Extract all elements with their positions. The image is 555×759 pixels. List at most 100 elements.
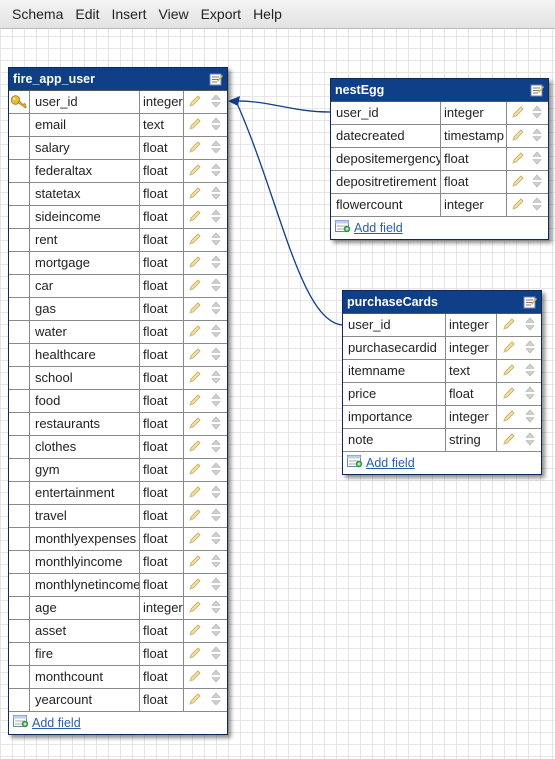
field-row-depositemergency[interactable]: depositemergency float bbox=[331, 148, 548, 171]
move-up-down-icon[interactable] bbox=[532, 197, 542, 214]
field-row-car[interactable]: car float bbox=[9, 275, 227, 298]
field-type[interactable]: float bbox=[140, 183, 184, 205]
table-purchasecards[interactable]: purchaseCards user_id integer purchasecard… bbox=[342, 290, 542, 475]
field-type[interactable]: float bbox=[140, 689, 184, 711]
pencil-icon[interactable] bbox=[511, 128, 525, 145]
pencil-icon[interactable] bbox=[188, 485, 202, 502]
field-type[interactable]: float bbox=[140, 367, 184, 389]
field-name[interactable]: depositretirement bbox=[331, 171, 441, 193]
field-type[interactable]: integer bbox=[441, 194, 507, 216]
move-up-down-icon[interactable] bbox=[211, 370, 221, 387]
field-name[interactable]: rent bbox=[30, 229, 140, 251]
pencil-icon[interactable] bbox=[502, 363, 516, 380]
field-type[interactable]: float bbox=[441, 148, 507, 170]
pencil-icon[interactable] bbox=[188, 186, 202, 203]
field-name[interactable]: monthlynetincome bbox=[30, 574, 140, 596]
field-name[interactable]: car bbox=[30, 275, 140, 297]
field-row-statetax[interactable]: statetax float bbox=[9, 183, 227, 206]
add-field-row[interactable]: Add field bbox=[331, 217, 548, 239]
field-name[interactable]: email bbox=[30, 114, 140, 136]
field-name[interactable]: clothes bbox=[30, 436, 140, 458]
move-up-down-icon[interactable] bbox=[211, 577, 221, 594]
field-row-travel[interactable]: travel float bbox=[9, 505, 227, 528]
move-up-down-icon[interactable] bbox=[211, 163, 221, 180]
pencil-icon[interactable] bbox=[188, 301, 202, 318]
field-row-purchasecardid[interactable]: purchasecardid integer bbox=[343, 337, 541, 360]
field-type[interactable]: float bbox=[140, 252, 184, 274]
move-up-down-icon[interactable] bbox=[211, 416, 221, 433]
field-type[interactable]: timestamp bbox=[441, 125, 507, 147]
move-up-down-icon[interactable] bbox=[211, 692, 221, 709]
pencil-icon[interactable] bbox=[188, 462, 202, 479]
field-type[interactable]: integer bbox=[441, 102, 507, 124]
field-row-federaltax[interactable]: federaltax float bbox=[9, 160, 227, 183]
field-row-datecreated[interactable]: datecreated timestamp bbox=[331, 125, 548, 148]
field-type[interactable]: float bbox=[140, 643, 184, 665]
field-row-water[interactable]: water float bbox=[9, 321, 227, 344]
field-type[interactable]: float bbox=[140, 666, 184, 688]
field-name[interactable]: itemname bbox=[343, 360, 446, 382]
field-type[interactable]: float bbox=[140, 528, 184, 550]
field-type[interactable]: text bbox=[140, 114, 184, 136]
field-row-monthlyincome[interactable]: monthlyincome float bbox=[9, 551, 227, 574]
table-header[interactable]: fire_app_user bbox=[9, 68, 227, 90]
field-type[interactable]: float bbox=[140, 137, 184, 159]
field-type[interactable]: float bbox=[140, 436, 184, 458]
table-nestegg[interactable]: nestEgg user_id integer datecreated timesta… bbox=[330, 78, 549, 240]
move-up-down-icon[interactable] bbox=[211, 623, 221, 640]
move-up-down-icon[interactable] bbox=[211, 117, 221, 134]
field-row-price[interactable]: price float bbox=[343, 383, 541, 406]
field-name[interactable]: food bbox=[30, 390, 140, 412]
field-name[interactable]: yearcount bbox=[30, 689, 140, 711]
field-type[interactable]: float bbox=[140, 275, 184, 297]
field-row-asset[interactable]: asset float bbox=[9, 620, 227, 643]
field-type[interactable]: float bbox=[140, 321, 184, 343]
field-name[interactable]: asset bbox=[30, 620, 140, 642]
move-up-down-icon[interactable] bbox=[532, 128, 542, 145]
move-up-down-icon[interactable] bbox=[211, 324, 221, 341]
field-name[interactable]: entertainment bbox=[30, 482, 140, 504]
field-name[interactable]: importance bbox=[343, 406, 446, 428]
field-name[interactable]: gas bbox=[30, 298, 140, 320]
edit-table-icon[interactable] bbox=[523, 295, 537, 312]
pencil-icon[interactable] bbox=[511, 197, 525, 214]
pencil-icon[interactable] bbox=[502, 432, 516, 449]
field-name[interactable]: statetax bbox=[30, 183, 140, 205]
field-name[interactable]: fire bbox=[30, 643, 140, 665]
table-header[interactable]: purchaseCards bbox=[343, 291, 541, 313]
move-up-down-icon[interactable] bbox=[211, 232, 221, 249]
move-up-down-icon[interactable] bbox=[211, 439, 221, 456]
field-row-yearcount[interactable]: yearcount float bbox=[9, 689, 227, 712]
field-name[interactable]: salary bbox=[30, 137, 140, 159]
add-field-icon[interactable] bbox=[335, 220, 351, 236]
field-row-monthlyexpenses[interactable]: monthlyexpenses float bbox=[9, 528, 227, 551]
pencil-icon[interactable] bbox=[188, 416, 202, 433]
field-row-user_id[interactable]: user_id integer bbox=[331, 102, 548, 125]
field-row-flowercount[interactable]: flowercount integer bbox=[331, 194, 548, 217]
field-row-note[interactable]: note string bbox=[343, 429, 541, 452]
field-type[interactable]: float bbox=[140, 344, 184, 366]
add-field-link[interactable]: Add field bbox=[354, 221, 403, 235]
move-up-down-icon[interactable] bbox=[211, 669, 221, 686]
field-name[interactable]: mortgage bbox=[30, 252, 140, 274]
move-up-down-icon[interactable] bbox=[211, 140, 221, 157]
pencil-icon[interactable] bbox=[502, 317, 516, 334]
move-up-down-icon[interactable] bbox=[211, 462, 221, 479]
pencil-icon[interactable] bbox=[188, 439, 202, 456]
field-type[interactable]: integer bbox=[446, 337, 497, 359]
field-type[interactable]: float bbox=[140, 390, 184, 412]
field-row-sideincome[interactable]: sideincome float bbox=[9, 206, 227, 229]
move-up-down-icon[interactable] bbox=[524, 432, 535, 449]
pencil-icon[interactable] bbox=[188, 370, 202, 387]
field-type[interactable]: float bbox=[140, 620, 184, 642]
field-row-email[interactable]: email text bbox=[9, 114, 227, 137]
field-row-age[interactable]: age integer bbox=[9, 597, 227, 620]
add-field-icon[interactable] bbox=[13, 715, 29, 731]
field-row-food[interactable]: food float bbox=[9, 390, 227, 413]
field-type[interactable]: text bbox=[446, 360, 497, 382]
field-name[interactable]: restaurants bbox=[30, 413, 140, 435]
field-name[interactable]: price bbox=[343, 383, 446, 405]
field-type[interactable]: float bbox=[140, 206, 184, 228]
field-row-healthcare[interactable]: healthcare float bbox=[9, 344, 227, 367]
field-type[interactable]: float bbox=[140, 459, 184, 481]
